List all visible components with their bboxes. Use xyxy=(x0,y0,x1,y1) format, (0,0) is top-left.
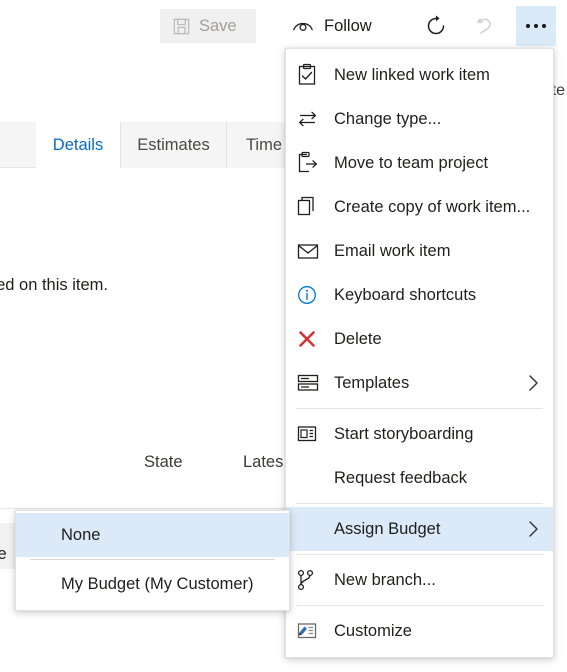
menu-item-label: Keyboard shortcuts xyxy=(334,285,477,304)
save-button[interactable]: Save xyxy=(160,9,256,43)
menu-item-delete[interactable]: Delete xyxy=(286,317,553,361)
column-header-latest: Lates xyxy=(243,453,284,471)
undo-button[interactable] xyxy=(466,6,506,46)
menu-separator xyxy=(296,503,543,504)
assign-budget-submenu: None My Budget (My Customer) xyxy=(15,510,290,611)
menu-item-label: Delete xyxy=(334,329,382,348)
submenu-item-none[interactable]: None xyxy=(16,513,289,557)
menu-item-new-linked-work-item[interactable]: New linked work item xyxy=(286,53,553,97)
tab-estimates-label: Estimates xyxy=(137,135,210,154)
no-icon-placeholder xyxy=(296,466,330,490)
menu-separator xyxy=(296,408,543,409)
change-type-icon xyxy=(296,107,330,131)
menu-item-move-to-team-project[interactable]: Move to team project xyxy=(286,141,553,185)
menu-item-label: Move to team project xyxy=(334,153,489,172)
submenu-item-label: My Budget (My Customer) xyxy=(61,574,254,593)
follow-button[interactable]: Follow xyxy=(292,9,372,43)
menu-item-label: Templates xyxy=(334,373,410,392)
submenu-item-my-budget[interactable]: My Budget (My Customer) xyxy=(16,562,289,606)
chevron-right-icon xyxy=(525,520,541,538)
chevron-right-icon xyxy=(525,374,541,392)
tab-estimates[interactable]: Estimates xyxy=(121,122,227,168)
copy-icon xyxy=(296,195,330,219)
menu-item-templates[interactable]: Templates xyxy=(286,361,553,405)
app-root: Save Follow Details Estimates Time ed on… xyxy=(0,0,567,672)
save-disk-icon xyxy=(172,17,191,36)
menu-item-label: Create copy of work item... xyxy=(334,197,531,216)
move-to-team-project-icon xyxy=(296,151,330,175)
menu-item-label: Assign Budget xyxy=(334,519,441,538)
tab-details-label: Details xyxy=(52,135,104,154)
menu-item-label: Start storyboarding xyxy=(334,424,474,443)
menu-item-label: Request feedback xyxy=(334,468,468,487)
menu-separator xyxy=(296,605,543,606)
row-divider xyxy=(0,508,290,509)
refresh-button[interactable] xyxy=(416,6,456,46)
menu-item-change-type[interactable]: Change type... xyxy=(286,97,553,141)
tab-time-label: Time xyxy=(245,135,283,154)
menu-item-request-feedback[interactable]: Request feedback xyxy=(286,456,553,500)
submenu-item-label: None xyxy=(61,525,101,544)
work-item-toolbar: Save Follow xyxy=(0,0,567,52)
info-icon xyxy=(296,283,330,307)
more-actions-button[interactable] xyxy=(516,6,556,46)
eye-icon xyxy=(292,18,314,34)
menu-item-label: New linked work item xyxy=(334,65,490,84)
menu-item-keyboard-shortcuts[interactable]: Keyboard shortcuts xyxy=(286,273,553,317)
menu-item-label: Email work item xyxy=(334,241,451,260)
new-linked-work-item-icon xyxy=(296,63,330,87)
storyboard-icon xyxy=(296,422,330,446)
tab-details[interactable]: Details xyxy=(36,122,121,168)
menu-item-label: New branch... xyxy=(334,570,436,589)
truncated-label-fragment: re xyxy=(0,543,9,566)
branch-icon xyxy=(296,568,330,592)
mail-icon xyxy=(296,239,330,263)
menu-item-create-copy[interactable]: Create copy of work item... xyxy=(286,185,553,229)
work-item-tabs: Details Estimates Time xyxy=(0,122,302,168)
menu-item-label: Change type... xyxy=(334,109,442,128)
menu-item-new-branch[interactable]: New branch... xyxy=(286,558,553,602)
follow-button-label: Follow xyxy=(324,16,372,35)
templates-icon xyxy=(296,371,330,395)
menu-item-assign-budget[interactable]: Assign Budget xyxy=(286,507,553,551)
customize-icon xyxy=(296,619,330,643)
menu-item-label: Customize xyxy=(334,621,412,640)
refresh-icon xyxy=(424,14,448,38)
no-icon-placeholder xyxy=(296,517,330,541)
submenu-separator xyxy=(30,559,275,560)
discussion-empty-text: rted on this item. xyxy=(0,276,108,294)
column-header-state: State xyxy=(144,453,183,471)
menu-separator xyxy=(296,554,543,555)
save-button-label: Save xyxy=(199,16,237,35)
context-menu: New linked work item Change type... Move… xyxy=(285,48,554,658)
menu-item-customize[interactable]: Customize xyxy=(286,609,553,653)
delete-x-icon xyxy=(296,327,330,351)
menu-item-email-work-item[interactable]: Email work item xyxy=(286,229,553,273)
menu-item-start-storyboarding[interactable]: Start storyboarding xyxy=(286,412,553,456)
undo-icon xyxy=(474,14,498,38)
ellipsis-icon xyxy=(524,22,548,30)
